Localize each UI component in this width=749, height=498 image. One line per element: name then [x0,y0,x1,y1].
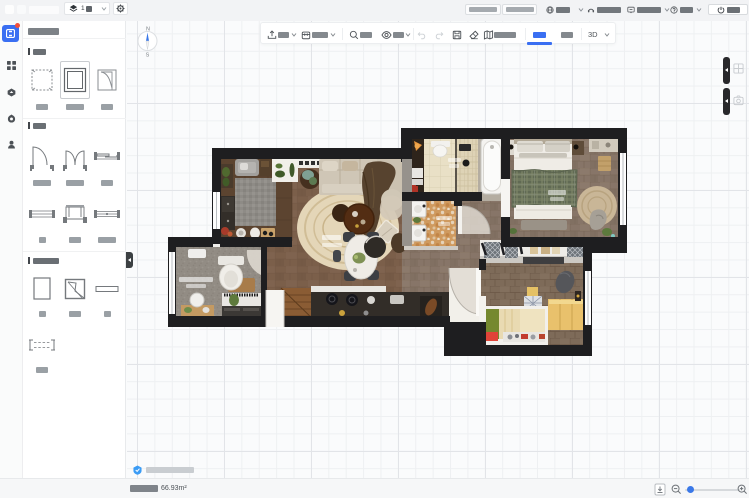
svg-text:S: S [146,53,150,59]
